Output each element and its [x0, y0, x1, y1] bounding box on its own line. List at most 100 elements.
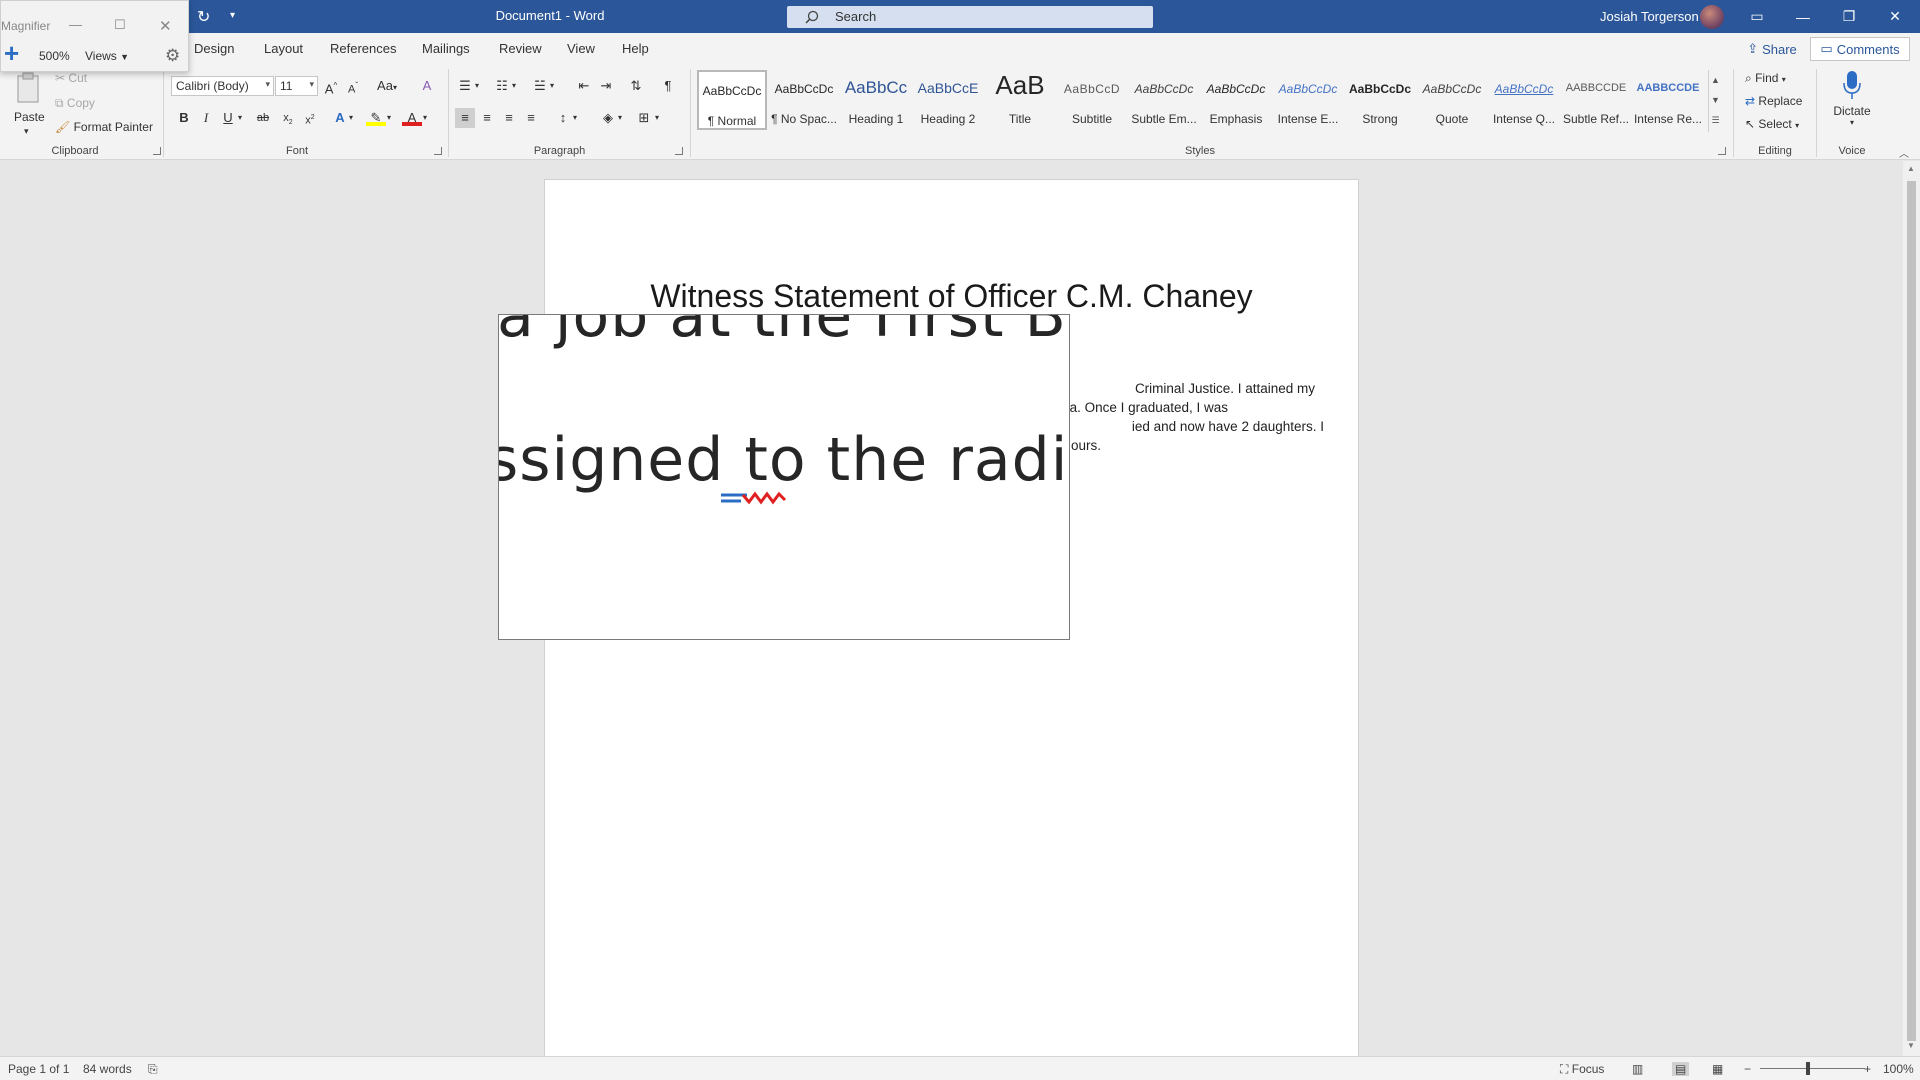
style-subtitle[interactable]: AaBbCcD Subtitle — [1057, 70, 1127, 130]
tab-help[interactable]: Help — [622, 41, 649, 56]
paragraph-launcher-icon[interactable] — [675, 147, 683, 155]
style-heading-2[interactable]: AaBbCcE Heading 2 — [913, 70, 983, 130]
paste-button[interactable]: Paste ▾ — [14, 70, 45, 140]
style-strong[interactable]: AaBbCcDc Strong — [1345, 70, 1415, 130]
zoom-level[interactable]: 100% — [1883, 1062, 1914, 1076]
style-no-spacing[interactable]: AaBbCcDc ¶ No Spac... — [769, 70, 839, 130]
restore-button[interactable]: ❐ — [1826, 0, 1872, 33]
vertical-scrollbar[interactable]: ▲ ▼ — [1903, 161, 1920, 1056]
chevron-up-icon[interactable]: ▲ — [1907, 164, 1915, 173]
chevron-down-icon[interactable]: ▾ — [570, 108, 580, 128]
tab-layout[interactable]: Layout — [264, 41, 303, 56]
strikethrough-icon[interactable]: ab — [253, 108, 273, 128]
zoom-slider-thumb[interactable] — [1806, 1062, 1810, 1075]
chevron-down-icon[interactable]: ▾ — [547, 76, 557, 96]
user-name[interactable]: Josiah Torgerson — [1600, 9, 1699, 24]
scrollbar-thumb[interactable] — [1907, 181, 1916, 1041]
bold-icon[interactable]: B — [174, 108, 194, 128]
subscript-icon[interactable]: x2 — [278, 108, 298, 128]
zoom-out-icon[interactable]: − — [1744, 1062, 1751, 1076]
grow-font-icon[interactable]: A^ — [321, 76, 341, 96]
justify-icon[interactable]: ≡ — [521, 108, 541, 128]
tab-references[interactable]: References — [330, 41, 396, 56]
magnifier-views-button[interactable]: Views ▼ — [85, 49, 129, 63]
close-button[interactable]: ✕ — [1872, 0, 1918, 33]
tab-view[interactable]: View — [567, 41, 595, 56]
minimize-button[interactable]: — — [1780, 0, 1826, 33]
chevron-down-icon[interactable]: ▾ — [652, 108, 662, 128]
styles-launcher-icon[interactable] — [1718, 147, 1726, 155]
tab-review[interactable]: Review — [499, 41, 542, 56]
change-case-button[interactable]: Aa▾ — [372, 76, 402, 96]
page-count[interactable]: Page 1 of 1 — [8, 1062, 69, 1076]
proofing-icon[interactable]: ⎘ — [148, 1062, 158, 1077]
magnifier-minimize-button[interactable]: — — [69, 17, 82, 32]
style-emphasis[interactable]: AaBbCcDc Emphasis — [1201, 70, 1271, 130]
zoom-in-icon[interactable]: + — [1864, 1062, 1871, 1076]
increase-indent-icon[interactable]: ⇥ — [596, 76, 616, 96]
shrink-font-icon[interactable]: Aˇ — [343, 76, 363, 96]
ribbon-display-options-button[interactable]: ▭ — [1734, 0, 1780, 33]
tab-design[interactable]: Design — [194, 41, 234, 56]
word-count[interactable]: 84 words — [83, 1062, 132, 1076]
find-button[interactable]: ⌕ Find ▾ — [1745, 71, 1786, 86]
style-subtle-emphasis[interactable]: AaBbCcDc Subtle Em... — [1129, 70, 1199, 130]
style-quote[interactable]: AaBbCcDc Quote — [1417, 70, 1487, 130]
search-box[interactable]: Search — [787, 6, 1153, 28]
comments-button[interactable]: ▭ Comments — [1810, 37, 1910, 61]
replace-button[interactable]: ⇄ Replace — [1745, 94, 1802, 108]
align-center-icon[interactable]: ≡ — [477, 108, 497, 128]
clipboard-launcher-icon[interactable] — [153, 147, 161, 155]
avatar[interactable] — [1700, 5, 1724, 29]
style-intense-emphasis[interactable]: AaBbCcDc Intense E... — [1273, 70, 1343, 130]
web-layout-icon[interactable]: ▦ — [1712, 1062, 1723, 1076]
style-intense-quote[interactable]: AaBbCcDc Intense Q... — [1489, 70, 1559, 130]
italic-icon[interactable]: I — [196, 108, 216, 128]
show-formatting-marks-icon[interactable]: ¶ — [658, 76, 678, 96]
chevron-down-icon[interactable]: ▾ — [420, 108, 430, 128]
select-button[interactable]: ↖ Select ▾ — [1745, 117, 1799, 131]
read-mode-icon[interactable]: ▥ — [1632, 1062, 1643, 1076]
zoom-slider[interactable] — [1760, 1068, 1865, 1069]
cut-button[interactable]: ✂ Cut — [55, 71, 87, 85]
chevron-down-icon[interactable]: ▾ — [384, 108, 394, 128]
style-intense-reference[interactable]: AABBCCDE Intense Re... — [1633, 70, 1703, 130]
chevron-down-icon[interactable]: ▾ — [615, 108, 625, 128]
style-normal[interactable]: AaBbCcDc ¶ Normal — [697, 70, 767, 130]
chevron-down-icon[interactable]: ▼ — [1907, 1041, 1915, 1050]
tab-mailings[interactable]: Mailings — [422, 41, 470, 56]
magnifier-maximize-button[interactable]: ☐ — [114, 17, 126, 33]
more-styles-icon[interactable]: ☰ — [1709, 110, 1722, 130]
format-painter-button[interactable]: 🖌 Format Painter — [55, 120, 153, 134]
focus-button[interactable]: ⛶ Focus — [1560, 1062, 1604, 1077]
align-left-icon[interactable]: ≡ — [455, 108, 475, 128]
chevron-down-icon[interactable]: ▼ — [1709, 90, 1722, 110]
superscript-icon[interactable]: x2 — [300, 108, 320, 128]
collapse-ribbon-icon[interactable]: ︿ — [1899, 145, 1909, 160]
decrease-indent-icon[interactable]: ⇤ — [574, 76, 594, 96]
chevron-down-icon[interactable]: ▾ — [346, 108, 356, 128]
chevron-down-icon[interactable]: ▾ — [235, 108, 245, 128]
magnifier-close-button[interactable]: ✕ — [159, 17, 172, 35]
print-layout-icon[interactable]: ▤ — [1672, 1062, 1690, 1076]
sort-icon[interactable]: ⇅ — [626, 76, 646, 96]
chevron-down-icon[interactable]: ▾ — [509, 76, 519, 96]
clear-formatting-icon[interactable]: A — [417, 76, 437, 96]
font-size-combo[interactable]: 11 ▾ — [275, 76, 318, 96]
gear-icon[interactable]: ⚙ — [165, 46, 180, 66]
style-subtle-reference[interactable]: AABBCCDE Subtle Ref... — [1561, 70, 1631, 130]
chevron-down-icon[interactable]: ▾ — [472, 76, 482, 96]
highlight-icon[interactable]: ✎ — [366, 108, 386, 126]
style-heading-1[interactable]: AaBbCc Heading 1 — [841, 70, 911, 130]
font-name-combo[interactable]: Calibri (Body) ▾ — [171, 76, 274, 96]
align-right-icon[interactable]: ≡ — [499, 108, 519, 128]
zoom-in-icon[interactable]: + — [4, 40, 24, 66]
style-title[interactable]: AaB Title — [985, 70, 1055, 130]
borders-icon[interactable]: ⊞ — [634, 108, 654, 128]
dictate-button[interactable]: Dictate ▾ — [1827, 69, 1877, 139]
copy-button[interactable]: ⧉ Copy — [55, 96, 95, 111]
font-launcher-icon[interactable] — [434, 147, 442, 155]
chevron-up-icon[interactable]: ▲ — [1709, 70, 1722, 90]
share-button[interactable]: ⇪ Share — [1737, 37, 1807, 61]
font-color-icon[interactable]: A — [402, 108, 422, 126]
